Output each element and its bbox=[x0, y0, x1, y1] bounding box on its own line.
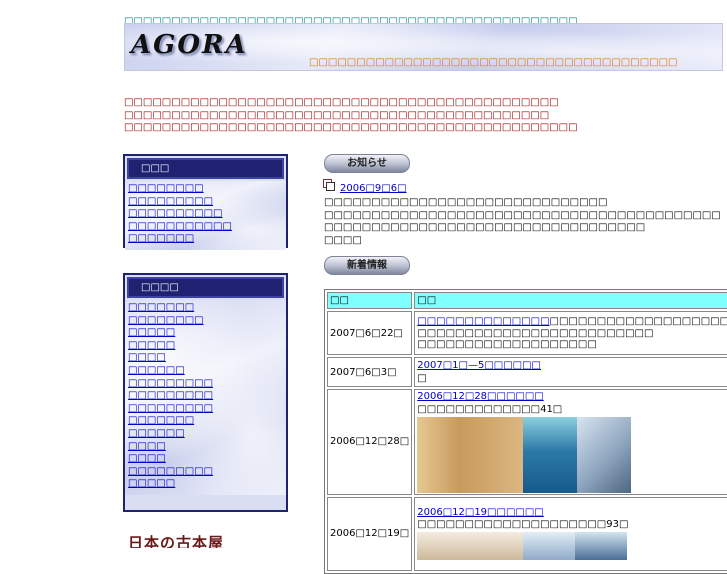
sidebar-link[interactable]: □□□□□□□□ bbox=[128, 183, 282, 196]
category-link[interactable]: □□□□□□ bbox=[128, 365, 282, 378]
banner-subtitle: □□□□□□□□□□□□□□□□□□□□□□□□□□□□□□□□□□□□□□□ bbox=[309, 57, 678, 68]
sidebar-link-list: □□□□□□□□ □□□□□□□□□ □□□□□□□□□□ □□□□□□□□□□… bbox=[125, 181, 286, 250]
book-cover-image[interactable] bbox=[417, 416, 524, 493]
intro-text: □□□□□□□□□□□□□□□□□□□□□□□□□□□□□□□□□□□□□□□□… bbox=[124, 97, 578, 135]
book-cover-image[interactable] bbox=[417, 532, 524, 561]
news-link[interactable]: □□□□□□□□□□□□□□ bbox=[417, 316, 549, 327]
category-link[interactable]: □□□□□□□□□ bbox=[128, 390, 282, 403]
table-header-row: □□ □□ bbox=[327, 292, 727, 309]
category-link[interactable]: □□□□ bbox=[128, 453, 282, 466]
news-text: □□□□□□□□□□□□□□□□□□□□93□ bbox=[417, 519, 629, 531]
book-thumbnails bbox=[417, 416, 727, 493]
sidebar-link-list: □□□□□□□ □□□□□□□□ □□□□□ □□□□□ □□□□ □□□□□□… bbox=[125, 300, 286, 495]
table-row: 2007□6□22□ □□□□□□□□□□□□□□□□□□□□□□□□□□□□□… bbox=[327, 311, 727, 355]
sidebar-link[interactable]: □□□□□□□□□□□ bbox=[128, 221, 282, 234]
row-date: 2006□12□19□ bbox=[327, 496, 413, 571]
column-header-content: □□ bbox=[414, 292, 727, 309]
header-banner: AGORA □□□□□□□□□□□□□□□□□□□□□□□□□□□□□□□□□□… bbox=[124, 23, 723, 71]
category-link[interactable]: □□□□□□□ bbox=[128, 415, 282, 428]
book-cover-image[interactable] bbox=[523, 532, 576, 561]
category-link[interactable]: □□□□□□□□ bbox=[128, 315, 282, 328]
sidebar-link[interactable]: □□□□□□□□□ bbox=[128, 196, 282, 209]
row-date: 2007□6□3□ bbox=[327, 357, 413, 387]
sidebar-box-main: □□□ □□□□□□□□ □□□□□□□□□ □□□□□□□□□□ □□□□□□… bbox=[123, 154, 288, 248]
book-cover-image[interactable] bbox=[523, 416, 578, 493]
category-link[interactable]: □□□□□□□□□ bbox=[128, 403, 282, 416]
category-link[interactable]: □□□□□ bbox=[128, 478, 282, 491]
category-link[interactable]: □□□□□□□ bbox=[128, 302, 282, 315]
news-link[interactable]: 2006□12□28□□□□□□ bbox=[417, 391, 727, 404]
notice-line: □□□□□□□□□□□□□□□□□□□□□□□□□□□□□□□□□□□□□□□□… bbox=[324, 209, 721, 221]
row-content: 2006□12□19□□□□□□ □□□□□□□□□□□□□□□□□□□□93□ bbox=[414, 496, 727, 571]
notice-line: □□□□□□□□□□□□□□□□□□□□□□□□□□□□□□□□□□ bbox=[324, 222, 646, 234]
sidebar-box-title: □□□ bbox=[127, 158, 284, 179]
intro-line: □□□□□□□□□□□□□□□□□□□□□□□□□□□□□□□□□□□□□□□□… bbox=[124, 109, 550, 121]
site-logo[interactable]: AGORA bbox=[131, 30, 248, 60]
book-thumbnails bbox=[417, 532, 727, 561]
row-date: 2006□12□28□ bbox=[327, 389, 413, 495]
news-link[interactable]: 2007□1□—5□□□□□□ bbox=[417, 360, 727, 373]
row-content: 2007□1□—5□□□□□□ □ bbox=[414, 357, 727, 387]
sidebar-link[interactable]: □□□□□□□□□□ bbox=[128, 208, 282, 221]
document-icon bbox=[323, 179, 335, 191]
category-link[interactable]: □□□□□ bbox=[128, 327, 282, 340]
notice-heading: お知らせ bbox=[324, 154, 410, 173]
book-cover-image[interactable] bbox=[575, 532, 628, 561]
news-text: □□□□□□□□□□□□□□□□□□□□□□□□□ bbox=[417, 328, 654, 340]
intro-line: □□□□□□□□□□□□□□□□□□□□□□□□□□□□□□□□□□□□□□□□… bbox=[124, 97, 559, 108]
notice-line: □□□□ bbox=[324, 235, 362, 247]
notice-body: □□□□□□□□□□□□□□□□□□□□□□□□□□□□□□ □□□□□□□□□… bbox=[324, 197, 721, 248]
column-header-date: □□ bbox=[327, 292, 413, 309]
row-content: □□□□□□□□□□□□□□□□□□□□□□□□□□□□□□□□□ □□□ □□□… bbox=[414, 311, 727, 355]
table-row: 2006□12□19□ 2006□12□19□□□□□□ □□□□□□□□□□□… bbox=[327, 496, 727, 571]
news-text: □ bbox=[417, 372, 427, 384]
news-heading: 新着情報 bbox=[324, 256, 410, 275]
category-link[interactable]: □□□□□□□□□ bbox=[128, 466, 282, 479]
category-link[interactable]: □□□□ bbox=[128, 352, 282, 365]
row-content: 2006□12□28□□□□□□ □□□□□□□□□□□□□41□ bbox=[414, 389, 727, 495]
news-text: □□□□□□□□□□□□□□□□□□□ bbox=[417, 339, 597, 351]
category-link[interactable]: □□□□ bbox=[128, 441, 282, 454]
row-date: 2007□6□22□ bbox=[327, 311, 413, 355]
sidebar-box-categories: □□□□ □□□□□□□ □□□□□□□□ □□□□□ □□□□□ □□□□ □… bbox=[123, 273, 288, 512]
category-link[interactable]: □□□□□□ bbox=[128, 428, 282, 441]
table-row: 2006□12□28□ 2006□12□28□□□□□□ □□□□□□□□□□□… bbox=[327, 389, 727, 495]
book-cover-image[interactable] bbox=[577, 416, 632, 493]
intro-line: □□□□□□□□□□□□□□□□□□□□□□□□□□□□□□□□□□□□□□□□… bbox=[124, 122, 578, 133]
notice-line: □□□□□□□□□□□□□□□□□□□□□□□□□□□□□□ bbox=[324, 197, 608, 208]
category-link[interactable]: □□□□□ bbox=[128, 340, 282, 353]
category-link[interactable]: □□□□□□□□□ bbox=[128, 378, 282, 391]
notice-date-link[interactable]: 2006□9□6□ bbox=[340, 183, 407, 194]
sidebar-link[interactable]: □□□□□□□ bbox=[128, 233, 282, 246]
sidebar-box-title: □□□□ bbox=[127, 277, 284, 298]
news-text: □□□□□□□□□□□□□□□□□□□□□□ bbox=[549, 315, 727, 327]
news-text: □□□□□□□□□□□□□41□ bbox=[417, 403, 563, 415]
news-table: □□ □□ 2007□6□22□ □□□□□□□□□□□□□□□□□□□□□□□… bbox=[324, 289, 727, 574]
table-row: 2007□6□3□ 2007□1□—5□□□□□□ □ bbox=[327, 357, 727, 387]
news-link[interactable]: 2006□12□19□□□□□□ bbox=[417, 507, 727, 520]
bookstore-banner-logo[interactable]: 日本の古本屋 bbox=[128, 532, 244, 548]
